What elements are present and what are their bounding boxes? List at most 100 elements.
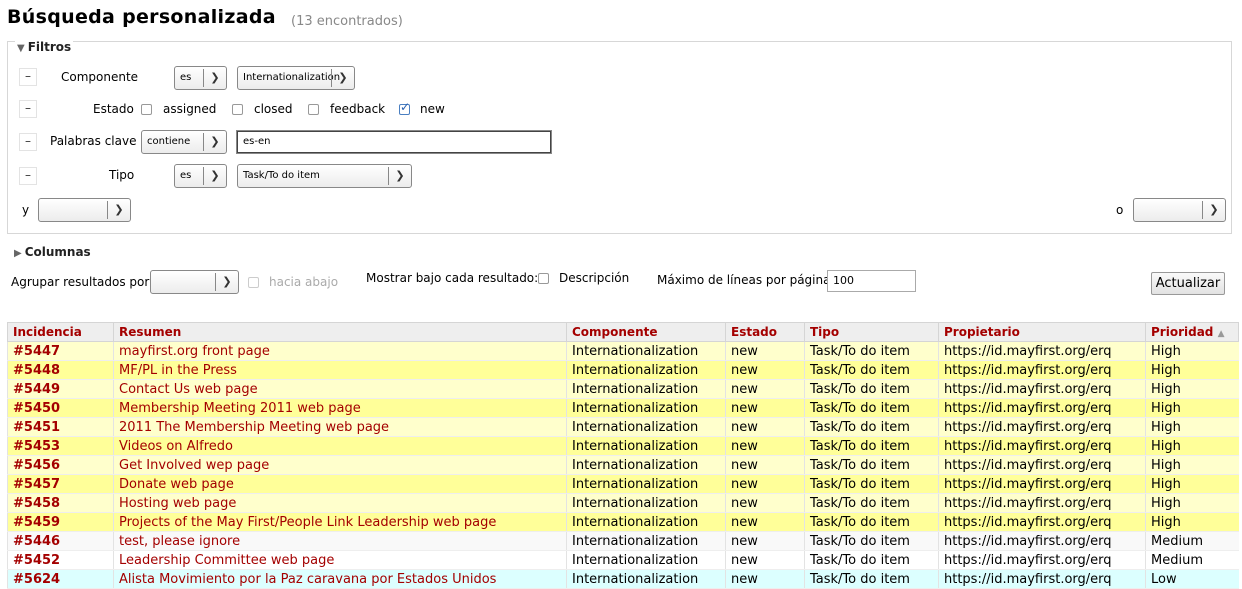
ticket-summary-link[interactable]: Hosting web page (113, 493, 567, 513)
results-table: Incidencia Resumen Componente Estado Tip… (7, 322, 1239, 589)
ticket-summary-link[interactable]: mayfirst.org front page (113, 341, 567, 361)
ticket-owner: https://id.mayfirst.org/erq (938, 436, 1146, 456)
palabras-label: Palabras clave (50, 134, 137, 148)
col-prioridad[interactable]: Prioridad ▲ (1145, 322, 1239, 342)
ticket-summary-link[interactable]: Projects of the May First/People Link Le… (113, 512, 567, 532)
componente-label: Componente (61, 70, 139, 84)
estado-feedback-label: feedback (330, 102, 386, 116)
ticket-id-link[interactable]: #5456 (7, 455, 114, 475)
col-incidencia[interactable]: Incidencia (7, 322, 114, 342)
ticket-component: Internationalization (566, 360, 726, 380)
ticket-type: Task/To do item (804, 398, 939, 418)
remove-filter-tipo-button[interactable]: – (19, 167, 37, 185)
col-componente[interactable]: Componente (566, 322, 726, 342)
ticket-id-link[interactable]: #5449 (7, 379, 114, 399)
remove-filter-estado-button[interactable]: – (19, 100, 37, 118)
ticket-owner: https://id.mayfirst.org/erq (938, 379, 1146, 399)
col-resumen[interactable]: Resumen (113, 322, 567, 342)
group-select[interactable]: ❯ (150, 270, 239, 294)
ticket-summary-link[interactable]: Get Involved wep page (113, 455, 567, 475)
componente-op-select[interactable]: es ❯ (174, 66, 227, 90)
table-row: #5450 Membership Meeting 2011 web page Int… (7, 398, 1239, 418)
ticket-id-link[interactable]: #5447 (7, 341, 114, 361)
ticket-id-link[interactable]: #5624 (7, 569, 114, 589)
ticket-status: new (725, 436, 805, 456)
ticket-id-link[interactable]: #5453 (7, 436, 114, 456)
ticket-owner: https://id.mayfirst.org/erq (938, 417, 1146, 437)
ticket-id-link[interactable]: #5458 (7, 493, 114, 513)
ticket-summary-link[interactable]: Donate web page (113, 474, 567, 494)
ticket-component: Internationalization (566, 531, 726, 551)
ticket-summary-link[interactable]: Alista Movimiento por la Paz caravana po… (113, 569, 567, 589)
tipo-value-select[interactable]: Task/To do item ❯ (237, 164, 412, 188)
ticket-id-link[interactable]: #5452 (7, 550, 114, 570)
ticket-type: Task/To do item (804, 531, 939, 551)
palabras-op-value: contiene (147, 136, 191, 147)
table-row: #5457 Donate web page Internationalization… (7, 474, 1239, 494)
remove-filter-componente-button[interactable]: – (19, 68, 37, 86)
or-label: o (1116, 203, 1124, 217)
ticket-type: Task/To do item (804, 474, 939, 494)
col-propietario[interactable]: Propietario (938, 322, 1146, 342)
descending-checkbox[interactable] (248, 277, 259, 288)
ticket-priority: High (1145, 360, 1239, 380)
ticket-id-link[interactable]: #5459 (7, 512, 114, 532)
ticket-priority: Low (1145, 569, 1239, 589)
ticket-summary-link[interactable]: Videos on Alfredo (113, 436, 567, 456)
ticket-summary-link[interactable]: Leadership Committee web page (113, 550, 567, 570)
ticket-component: Internationalization (566, 436, 726, 456)
ticket-priority: High (1145, 379, 1239, 399)
table-row: #5456 Get Involved wep page Internationali… (7, 455, 1239, 475)
chevron-down-icon: ❯ (203, 69, 226, 87)
estado-closed-checkbox[interactable] (232, 104, 243, 115)
estado-feedback-checkbox[interactable] (308, 104, 319, 115)
palabras-op-select[interactable]: contiene ❯ (141, 130, 227, 154)
ticket-summary-link[interactable]: Contact Us web page (113, 379, 567, 399)
ticket-summary-link[interactable]: test, please ignore (113, 531, 567, 551)
ticket-id-link[interactable]: #5448 (7, 360, 114, 380)
tipo-op-value: es (180, 170, 192, 181)
update-button[interactable]: Actualizar (1151, 272, 1225, 295)
and-label: y (22, 203, 30, 217)
ticket-type: Task/To do item (804, 360, 939, 380)
col-tipo[interactable]: Tipo (804, 322, 939, 342)
description-checkbox[interactable] (538, 273, 549, 284)
ticket-owner: https://id.mayfirst.org/erq (938, 493, 1146, 513)
ticket-owner: https://id.mayfirst.org/erq (938, 531, 1146, 551)
componente-value-select[interactable]: Internationalization ❯ (237, 66, 355, 90)
ticket-status: new (725, 493, 805, 513)
chevron-down-icon: ❯ (215, 273, 238, 291)
ticket-status: new (725, 569, 805, 589)
palabras-input[interactable]: es-en (237, 131, 551, 153)
ticket-component: Internationalization (566, 512, 726, 532)
ticket-id-link[interactable]: #5457 (7, 474, 114, 494)
estado-new-checkbox[interactable] (399, 100, 410, 115)
table-row: #5449 Contact Us web page Internationaliza… (7, 379, 1239, 399)
remove-filter-palabras-button[interactable]: – (19, 133, 37, 151)
ticket-summary-link[interactable]: 2011 The Membership Meeting web page (113, 417, 567, 437)
ticket-id-link[interactable]: #5450 (7, 398, 114, 418)
estado-label: Estado (93, 102, 134, 116)
add-or-filter-select[interactable]: ❯ (1133, 198, 1226, 222)
ticket-summary-link[interactable]: Membership Meeting 2011 web page (113, 398, 567, 418)
ticket-type: Task/To do item (804, 379, 939, 399)
ticket-type: Task/To do item (804, 417, 939, 437)
ticket-summary-link[interactable]: MF/PL in the Press (113, 360, 567, 380)
ticket-component: Internationalization (566, 379, 726, 399)
tipo-op-select[interactable]: es ❯ (174, 164, 227, 188)
estado-closed-label: closed (254, 102, 293, 116)
columns-toggle[interactable]: ▶ Columnas (14, 245, 91, 259)
ticket-id-link[interactable]: #5446 (7, 531, 114, 551)
page-title: Búsqueda personalizada (7, 6, 276, 28)
ticket-priority: High (1145, 436, 1239, 456)
max-lines-input[interactable]: 100 (827, 270, 916, 292)
ticket-owner: https://id.mayfirst.org/erq (938, 341, 1146, 361)
add-and-filter-select[interactable]: ❯ (38, 198, 131, 222)
ticket-id-link[interactable]: #5451 (7, 417, 114, 437)
col-estado[interactable]: Estado (725, 322, 805, 342)
ticket-status: new (725, 474, 805, 494)
estado-assigned-checkbox[interactable] (141, 104, 152, 115)
ticket-priority: High (1145, 493, 1239, 513)
filters-toggle[interactable]: ▼ Filtros (15, 40, 74, 54)
ticket-status: new (725, 341, 805, 361)
